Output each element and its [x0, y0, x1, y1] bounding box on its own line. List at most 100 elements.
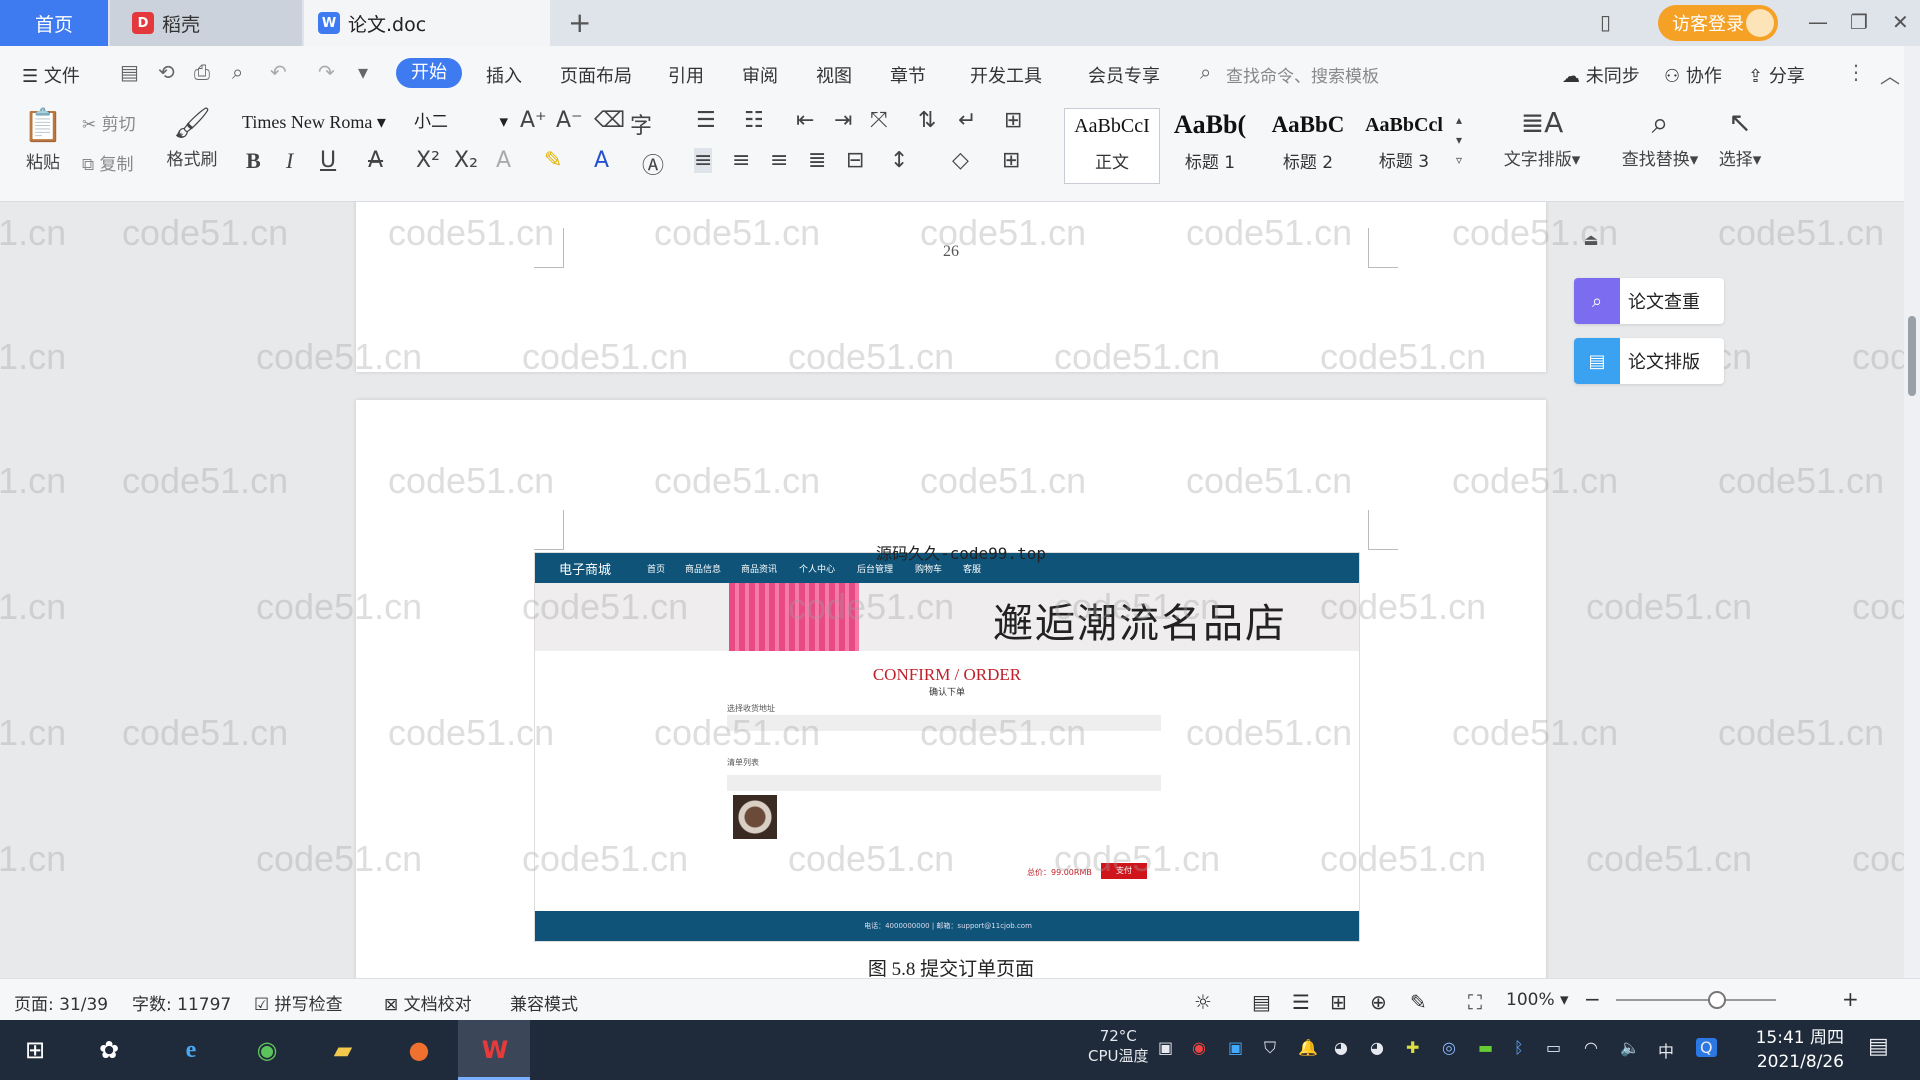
strikethrough-icon[interactable]: A	[368, 148, 383, 173]
restore-icon[interactable]: ❐	[1850, 10, 1868, 34]
tray-app-icon[interactable]: ◎	[1442, 1038, 1456, 1057]
style-heading-2[interactable]: AaBbC 标题 2	[1260, 108, 1356, 184]
input-method-icon[interactable]: Q	[1696, 1038, 1717, 1057]
tray-app-icon[interactable]: ▣	[1158, 1038, 1173, 1057]
tab-document[interactable]: W 论文.doc	[304, 0, 550, 46]
cut-button[interactable]: ✂ 剪切	[82, 110, 136, 135]
align-right-icon[interactable]: ≡	[770, 148, 788, 173]
tab-daoke[interactable]: D 稻壳	[110, 0, 302, 46]
phonetic-icon[interactable]: 字	[630, 108, 652, 140]
bullets-icon[interactable]: ☰	[696, 108, 716, 133]
tray-app-icon[interactable]: ✚	[1406, 1038, 1419, 1057]
sort-icon[interactable]: ⇅	[918, 108, 936, 133]
menu-file[interactable]: ☰ 文件	[22, 62, 80, 88]
pinwheel-app-icon[interactable]: ✿	[86, 1028, 132, 1072]
ime-indicator[interactable]: 中	[1658, 1038, 1674, 1062]
zoom-slider-track[interactable]	[1616, 999, 1776, 1001]
proofread-button[interactable]: ⊠ 文档校对	[384, 990, 472, 1015]
system-clock[interactable]: 15:41 周四 2021/8/26	[1748, 1026, 1844, 1074]
chinese-layout-icon[interactable]: ⤧	[870, 108, 888, 133]
underline-icon[interactable]: U	[320, 148, 336, 173]
font-family-select[interactable]: Times New Roma ▾	[236, 108, 410, 136]
tab-home[interactable]: 首页	[0, 0, 108, 46]
text-layout-button[interactable]: ≣A 文字排版▾	[1494, 106, 1590, 170]
eye-protection-icon[interactable]: ☼	[1194, 990, 1212, 1014]
italic-icon[interactable]: I	[286, 148, 293, 174]
collaborate-button[interactable]: ⚇ 协作	[1664, 62, 1722, 88]
print-icon[interactable]: ⎙	[194, 60, 210, 84]
show-marks-icon[interactable]: ↵	[958, 108, 976, 133]
grow-font-icon[interactable]: A⁺	[520, 108, 547, 133]
scrollbar-thumb[interactable]	[1908, 316, 1916, 396]
file-explorer-icon[interactable]: ▰	[320, 1028, 366, 1072]
page-count[interactable]: 页面: 31/39	[14, 990, 108, 1015]
quick-access-dropdown-icon[interactable]: ▾	[358, 60, 368, 84]
reading-view-icon[interactable]: ⊞	[1330, 990, 1347, 1014]
superscript-icon[interactable]: X²	[416, 148, 440, 173]
style-heading-1[interactable]: AaBb( 标题 1	[1162, 108, 1258, 184]
web-view-icon[interactable]: ⊕	[1370, 990, 1387, 1014]
game-app-icon[interactable]: ●	[396, 1028, 442, 1072]
document-canvas[interactable]: 26 电子商城 首页 商品信息 商品资讯 个人中心 后台管理 购物车 客服 邂逅…	[0, 202, 1904, 978]
indent-icon[interactable]: ⇥	[834, 108, 852, 133]
zoom-level[interactable]: 100% ▾	[1506, 990, 1569, 1010]
style-normal[interactable]: AaBbCcI 正文	[1064, 108, 1160, 184]
print-preview-icon[interactable]: ⌕	[232, 60, 243, 84]
numbering-icon[interactable]: ☷	[744, 108, 764, 133]
tray-app-icon[interactable]: ▣	[1228, 1038, 1243, 1057]
word-count[interactable]: 字数: 11797	[132, 990, 231, 1015]
wifi-icon[interactable]: ◠	[1584, 1038, 1598, 1057]
share-button[interactable]: ⇪ 分享	[1748, 62, 1805, 88]
volume-icon[interactable]: 🔈	[1620, 1038, 1640, 1057]
menu-insert[interactable]: 插入	[486, 62, 522, 88]
qq-icon[interactable]: ◕	[1370, 1038, 1384, 1057]
minimize-icon[interactable]: —	[1808, 10, 1828, 34]
qq-icon[interactable]: ◕	[1334, 1038, 1348, 1057]
battery-icon[interactable]: ▭	[1546, 1038, 1561, 1057]
distribute-icon[interactable]: ⊟	[846, 148, 864, 173]
tray-app-icon[interactable]: ◉	[1192, 1038, 1206, 1057]
spell-check-button[interactable]: ☑ 拼写检查	[254, 990, 343, 1015]
ie-browser-icon[interactable]: e	[168, 1028, 214, 1072]
bluetooth-icon[interactable]: ᛒ	[1514, 1038, 1524, 1057]
menu-home[interactable]: 开始	[396, 58, 462, 88]
write-mode-icon[interactable]: ✎	[1410, 990, 1427, 1014]
vertical-scrollbar[interactable]	[1904, 46, 1920, 980]
shading-icon[interactable]: ◇	[952, 148, 969, 173]
more-icon[interactable]: ⋮	[1846, 60, 1866, 84]
paper-check-button[interactable]: ⌕ 论文查重	[1574, 278, 1724, 324]
guest-login-button[interactable]: 访客登录	[1658, 5, 1778, 41]
paste-button[interactable]: 📋 粘贴	[18, 106, 68, 173]
font-size-select[interactable]: 小二 ▾	[412, 108, 512, 136]
start-windows-icon[interactable]: ⊞	[12, 1028, 58, 1072]
align-left-icon[interactable]: ≡	[694, 148, 713, 173]
notification-bell-icon[interactable]: 🔔	[1298, 1038, 1318, 1057]
command-search-input[interactable]: 查找命令、搜索模板	[1226, 62, 1379, 87]
menu-view[interactable]: 视图	[816, 62, 852, 88]
fit-window-icon[interactable]: ⛶	[1468, 990, 1482, 1014]
sync-button[interactable]: ☁ 未同步	[1562, 62, 1640, 88]
outline-view-icon[interactable]: ☰	[1292, 990, 1310, 1014]
document-page[interactable]: 26	[356, 202, 1546, 372]
collapse-ribbon-icon[interactable]: ︿	[1880, 60, 1900, 89]
nvidia-icon[interactable]: ▬	[1478, 1038, 1493, 1057]
export-icon[interactable]: ⟲	[158, 60, 175, 84]
zoom-out-icon[interactable]: −	[1584, 987, 1601, 1011]
zoom-slider-knob[interactable]	[1708, 991, 1726, 1009]
menu-references[interactable]: 引用	[668, 62, 704, 88]
redo-icon[interactable]: ↷	[318, 60, 335, 84]
align-center-icon[interactable]: ≡	[732, 148, 750, 173]
undo-icon[interactable]: ↶	[270, 60, 287, 84]
styles-scroll-icon[interactable]: ▴ ▾ ▿	[1456, 110, 1462, 170]
action-center-icon[interactable]: ▤	[1868, 1034, 1889, 1059]
menu-review[interactable]: 审阅	[742, 62, 778, 88]
outdent-icon[interactable]: ⇤	[796, 108, 814, 133]
zoom-in-icon[interactable]: +	[1842, 987, 1859, 1011]
line-spacing-icon[interactable]: ↕	[890, 148, 908, 173]
find-replace-button[interactable]: ⌕ 查找替换▾	[1610, 106, 1710, 170]
select-button[interactable]: ↖ 选择▾	[1710, 106, 1770, 170]
add-tab-icon[interactable]: +	[568, 6, 591, 39]
browser-icon[interactable]: ◉	[244, 1028, 290, 1072]
order-page-figure[interactable]: 电子商城 首页 商品信息 商品资讯 个人中心 后台管理 购物车 客服 邂逅潮流名…	[534, 552, 1360, 942]
subscript-icon[interactable]: X₂	[454, 148, 478, 173]
